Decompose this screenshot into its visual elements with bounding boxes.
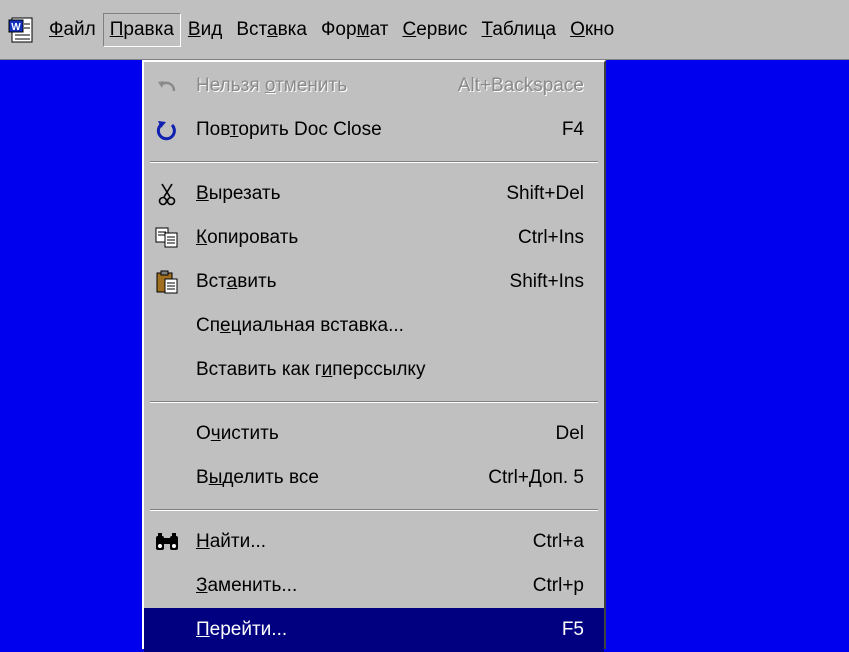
menu-item-label: Заменить... — [196, 575, 298, 596]
undo-icon — [154, 73, 180, 99]
menu-item-label: Вырезать — [196, 183, 281, 204]
menu-item-label: Копировать — [196, 227, 299, 248]
menu-item-paste-hyperlink[interactable]: Вставить как гиперссылку — [144, 348, 604, 392]
redo-icon — [154, 117, 180, 143]
menu-item-label: Перейти... — [196, 619, 288, 640]
menu-item-clear[interactable]: Очистить Del — [144, 412, 604, 456]
menu-item-label: Очистить — [196, 423, 279, 444]
menu-item-label: Нельзя отменить — [196, 75, 348, 96]
menu-item-shortcut: Ctrl+Доп. 5 — [488, 467, 584, 488]
menu-item-label: Повторить Doc Close — [196, 119, 382, 140]
menubar-item-0[interactable]: Файл — [42, 13, 103, 47]
menu-item-shortcut: Ctrl+Ins — [518, 227, 584, 248]
menubar-item-2[interactable]: Вид — [181, 13, 229, 47]
menu-item-shortcut: Shift+Ins — [509, 271, 584, 292]
menu-item-undo: Нельзя отменить Alt+Backspace — [144, 64, 604, 108]
menu-item-label: Специальная вставка... — [196, 315, 404, 336]
menu-item-select-all[interactable]: Выделить все Ctrl+Доп. 5 — [144, 456, 604, 500]
word-document-icon[interactable]: W — [8, 16, 36, 44]
menu-item-label: Вставить как гиперссылку — [196, 359, 426, 380]
copy-icon — [154, 225, 180, 251]
menu-item-goto[interactable]: Перейти... F5 — [144, 608, 604, 652]
menu-separator — [144, 152, 604, 172]
paste-icon — [154, 269, 180, 295]
menu-item-shortcut: Del — [555, 423, 584, 444]
menu-item-replace[interactable]: Заменить... Ctrl+p — [144, 564, 604, 608]
menubar-item-5[interactable]: Сервис — [395, 13, 474, 47]
menu-item-shortcut: F4 — [561, 119, 584, 140]
menubar-item-7[interactable]: Окно — [563, 13, 621, 47]
binoculars-icon — [154, 529, 180, 555]
menu-item-paste-special[interactable]: Специальная вставка... — [144, 304, 604, 348]
menu-item-shortcut: F5 — [561, 619, 584, 640]
menubar-item-6[interactable]: Таблица — [475, 13, 564, 47]
menu-item-shortcut: Ctrl+p — [532, 575, 584, 596]
menu-item-label: Найти... — [196, 531, 267, 552]
menu-item-cut[interactable]: Вырезать Shift+Del — [144, 172, 604, 216]
menu-item-paste[interactable]: Вставить Shift+Ins — [144, 260, 604, 304]
menu-item-label: Выделить все — [196, 467, 319, 488]
scissors-icon — [154, 181, 180, 207]
menu-separator — [144, 392, 604, 412]
edit-menu-dropdown: Нельзя отменить Alt+Backspace Повторить Do… — [142, 60, 606, 652]
menu-separator — [144, 500, 604, 520]
menu-item-shortcut: Alt+Backspace — [457, 75, 584, 96]
menu-item-redo[interactable]: Повторить Doc Close F4 — [144, 108, 604, 152]
menu-item-find[interactable]: Найти... Ctrl+a — [144, 520, 604, 564]
menu-item-label: Вставить — [196, 271, 277, 292]
menu-item-shortcut: Ctrl+a — [532, 531, 584, 552]
menu-bar: W Файл Правка Вид Вставка Формат Сервис Таблиц… — [0, 0, 849, 60]
menubar-item-1[interactable]: Правка — [102, 12, 181, 47]
menu-item-shortcut: Shift+Del — [506, 183, 584, 204]
menubar-item-3[interactable]: Вставка — [229, 13, 314, 47]
menubar-item-4[interactable]: Формат — [314, 13, 396, 47]
svg-text:W: W — [11, 22, 21, 33]
menu-item-copy[interactable]: Копировать Ctrl+Ins — [144, 216, 604, 260]
